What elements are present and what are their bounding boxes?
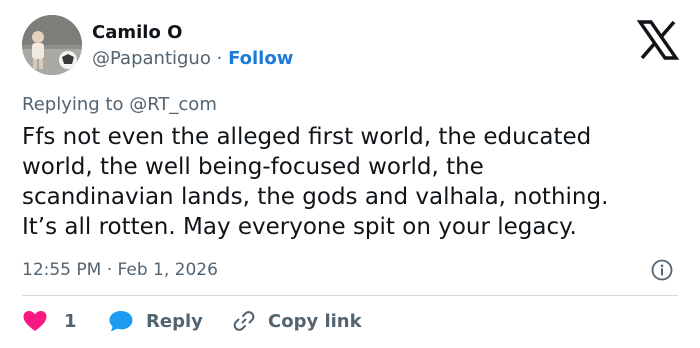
heart-icon bbox=[22, 309, 48, 333]
avatar[interactable] bbox=[22, 15, 82, 75]
reply-context-prefix: Replying to bbox=[22, 94, 124, 115]
author-handle-row: @Papantiguo · Follow bbox=[92, 47, 293, 71]
tweet-text-line: Ffs not even the alleged first world, th… bbox=[22, 124, 592, 150]
reply-mention-link[interactable]: @RT_com bbox=[129, 94, 217, 115]
like-button[interactable]: 1 bbox=[22, 307, 82, 335]
tweet-date: Feb 1, 2026 bbox=[117, 260, 218, 280]
reply-label: Reply bbox=[146, 310, 203, 332]
tweet-card: Camilo O @Papantiguo · Follow Replying t… bbox=[0, 0, 700, 348]
speech-bubble-icon bbox=[108, 309, 134, 333]
divider bbox=[22, 295, 678, 296]
follow-button[interactable]: Follow bbox=[228, 48, 293, 69]
author-name[interactable]: Camilo O bbox=[92, 21, 182, 45]
tweet-time: 12:55 PM bbox=[22, 260, 102, 280]
avatar-image bbox=[22, 15, 82, 75]
tweet-text: Ffs not even the alleged first world, th… bbox=[22, 122, 692, 242]
tweet-timestamp[interactable]: 12:55 PM · Feb 1, 2026 bbox=[22, 258, 218, 282]
timestamp-separator: · bbox=[106, 260, 113, 280]
author-handle[interactable]: @Papantiguo bbox=[92, 48, 211, 69]
reply-button[interactable]: Reply bbox=[108, 307, 203, 335]
like-count: 1 bbox=[64, 310, 77, 332]
reply-context: Replying to @RT_com bbox=[22, 93, 217, 117]
handle-separator: · bbox=[216, 48, 223, 69]
copy-link-label: Copy link bbox=[268, 310, 362, 332]
tweet-text-line: world, the well being-focused world, the bbox=[22, 154, 484, 180]
link-icon bbox=[232, 309, 256, 333]
copy-link-button[interactable]: Copy link bbox=[232, 307, 362, 335]
tweet-text-line: It’s all rotten. May everyone spit on yo… bbox=[22, 214, 577, 240]
tweet-text-line: scandinavian lands, the gods and valhala… bbox=[22, 184, 609, 210]
x-logo-icon[interactable] bbox=[636, 20, 680, 60]
info-icon[interactable] bbox=[651, 259, 673, 281]
